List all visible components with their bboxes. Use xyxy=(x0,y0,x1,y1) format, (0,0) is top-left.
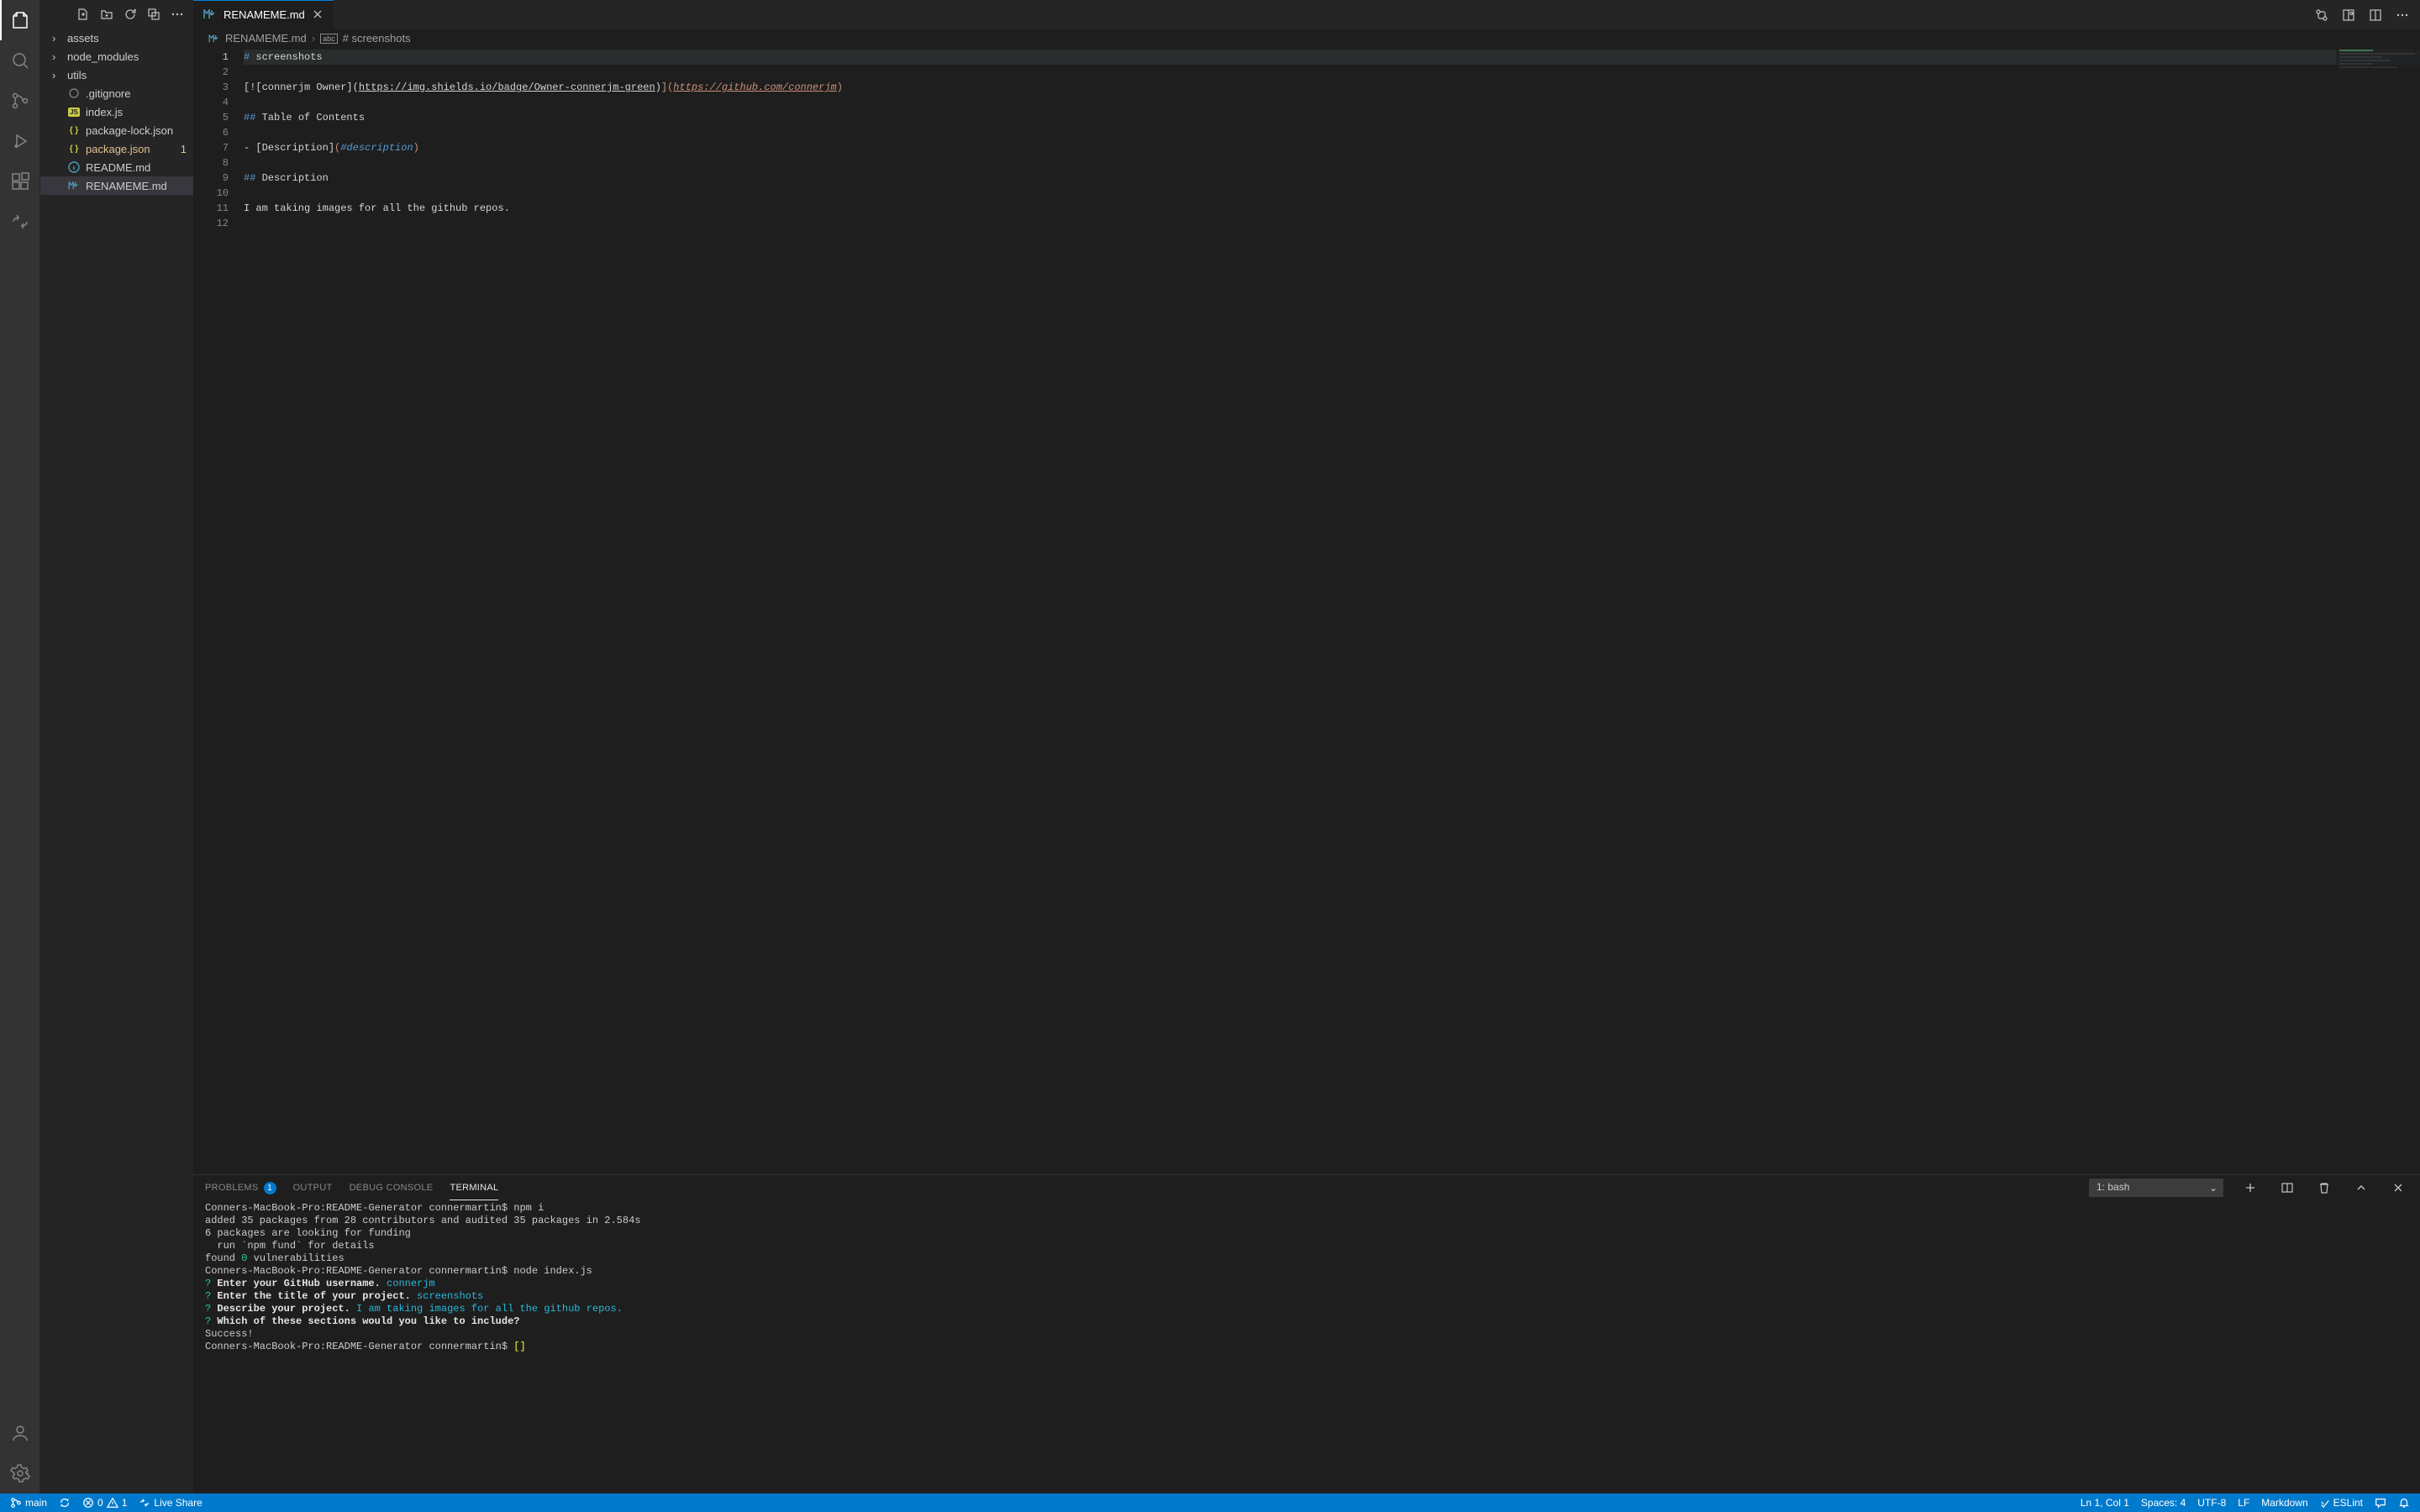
breadcrumb-heading: # screenshots xyxy=(343,32,411,45)
file-label: node_modules xyxy=(67,50,139,63)
new-folder-icon[interactable] xyxy=(97,5,116,24)
heading-icon: abc xyxy=(320,34,338,44)
status-eslint[interactable]: ESLint xyxy=(2317,1497,2366,1509)
file--gitignore[interactable]: .gitignore xyxy=(40,84,193,102)
folder-assets[interactable]: › assets xyxy=(40,29,193,47)
status-sync[interactable] xyxy=(55,1497,74,1509)
file-label: utils xyxy=(67,69,87,81)
status-bell-icon[interactable] xyxy=(2395,1497,2413,1509)
chevron-right-icon: › xyxy=(52,69,62,81)
file-label: package-lock.json xyxy=(86,124,173,137)
file-icon: { } xyxy=(67,142,81,155)
file-label: assets xyxy=(67,32,99,45)
explorer-header xyxy=(40,0,193,29)
activity-extensions-icon[interactable] xyxy=(0,161,40,202)
close-icon[interactable] xyxy=(312,8,324,20)
file-icon: { } xyxy=(67,123,81,137)
problems-count-badge: 1 xyxy=(264,1182,276,1194)
file-index-js[interactable]: JS index.js xyxy=(40,102,193,121)
file-label: README.md xyxy=(86,161,150,174)
markdown-icon xyxy=(203,9,217,19)
open-preview-icon[interactable] xyxy=(2338,4,2360,26)
status-feedback-icon[interactable] xyxy=(2371,1497,2390,1509)
folder-utils[interactable]: › utils xyxy=(40,66,193,84)
split-terminal-icon[interactable] xyxy=(2277,1178,2297,1198)
panel-tab-terminal[interactable]: TERMINAL xyxy=(450,1175,498,1200)
terminal-body[interactable]: Conners-MacBook-Pro:README-Generator con… xyxy=(193,1200,2420,1494)
status-problems[interactable]: 0 1 xyxy=(79,1497,130,1509)
terminal-select[interactable]: 1: bash ⌄ xyxy=(2089,1179,2223,1197)
status-indent[interactable]: Spaces: 4 xyxy=(2138,1497,2189,1509)
breadcrumb-file: RENAMEME.md xyxy=(225,32,307,45)
activity-debug-icon[interactable] xyxy=(0,121,40,161)
activity-bar xyxy=(0,0,40,1494)
tab-renameme[interactable]: RENAMEME.md xyxy=(193,0,334,29)
close-panel-icon[interactable] xyxy=(2388,1178,2408,1198)
status-language[interactable]: Markdown xyxy=(2258,1497,2311,1509)
folder-node_modules[interactable]: › node_modules xyxy=(40,47,193,66)
activity-liveshare-icon[interactable] xyxy=(0,202,40,242)
new-terminal-icon[interactable] xyxy=(2240,1178,2260,1198)
chevron-down-icon: ⌄ xyxy=(2209,1182,2217,1194)
chevron-right-icon: › xyxy=(52,50,62,63)
modified-badge: 1 xyxy=(181,143,187,155)
refresh-icon[interactable] xyxy=(121,5,139,24)
file-tree: › assets › node_modules › utils .gitignore JS in… xyxy=(40,29,193,1494)
more-icon[interactable] xyxy=(168,5,187,24)
file-icon xyxy=(67,160,81,174)
activity-search-icon[interactable] xyxy=(0,40,40,81)
editor-more-icon[interactable] xyxy=(2391,4,2413,26)
file-readme-md[interactable]: README.md xyxy=(40,158,193,176)
line-gutter: 123456789101112 xyxy=(193,48,244,1174)
kill-terminal-icon[interactable] xyxy=(2314,1178,2334,1198)
activity-account-icon[interactable] xyxy=(0,1413,40,1453)
chevron-right-icon: › xyxy=(52,32,62,45)
file-label: RENAMEME.md xyxy=(86,180,167,192)
collapse-icon[interactable] xyxy=(145,5,163,24)
panel-tab-problems[interactable]: PROBLEMS 1 xyxy=(205,1175,276,1200)
activity-scm-icon[interactable] xyxy=(0,81,40,121)
chevron-up-icon[interactable] xyxy=(2351,1178,2371,1198)
new-file-icon[interactable] xyxy=(74,5,92,24)
activity-settings-icon[interactable] xyxy=(0,1453,40,1494)
status-eol[interactable]: LF xyxy=(2234,1497,2253,1509)
code-editor[interactable]: # screenshots[![connerjm Owner](https://… xyxy=(244,48,2420,1174)
file-label: index.js xyxy=(86,106,123,118)
breadcrumb[interactable]: RENAMEME.md › abc # screenshots xyxy=(193,29,2420,48)
chevron-right-icon: › xyxy=(312,32,315,45)
file-label: package.json xyxy=(86,143,150,155)
file-label: .gitignore xyxy=(86,87,130,100)
markdown-icon xyxy=(208,34,220,43)
status-cursor[interactable]: Ln 1, Col 1 xyxy=(2077,1497,2133,1509)
file-icon xyxy=(67,179,81,192)
explorer-sidebar: › assets › node_modules › utils .gitignore JS in… xyxy=(40,0,193,1494)
status-encoding[interactable]: UTF-8 xyxy=(2194,1497,2229,1509)
status-bar: main 0 1 Live Share Ln 1, Col 1 Spaces: … xyxy=(0,1494,2420,1512)
file-package-json[interactable]: { } package.json 1 xyxy=(40,139,193,158)
file-renameme-md[interactable]: RENAMEME.md xyxy=(40,176,193,195)
panel-tab-debug[interactable]: DEBUG CONSOLE xyxy=(350,1175,434,1200)
status-branch[interactable]: main xyxy=(7,1497,50,1509)
compare-changes-icon[interactable] xyxy=(2311,4,2333,26)
file-package-lock-json[interactable]: { } package-lock.json xyxy=(40,121,193,139)
activity-explorer-icon[interactable] xyxy=(0,0,40,40)
tab-label: RENAMEME.md xyxy=(224,8,305,21)
file-icon: JS xyxy=(67,105,81,118)
status-liveshare[interactable]: Live Share xyxy=(135,1497,205,1509)
editor-area: RENAMEME.md RENAMEME.md › abc # screensh… xyxy=(193,0,2420,1494)
editor-tabs: RENAMEME.md xyxy=(193,0,2420,29)
file-icon xyxy=(67,87,81,100)
bottom-panel: PROBLEMS 1 OUTPUT DEBUG CONSOLE TERMINAL… xyxy=(193,1174,2420,1494)
split-editor-icon[interactable] xyxy=(2365,4,2386,26)
panel-tab-output[interactable]: OUTPUT xyxy=(293,1175,333,1200)
